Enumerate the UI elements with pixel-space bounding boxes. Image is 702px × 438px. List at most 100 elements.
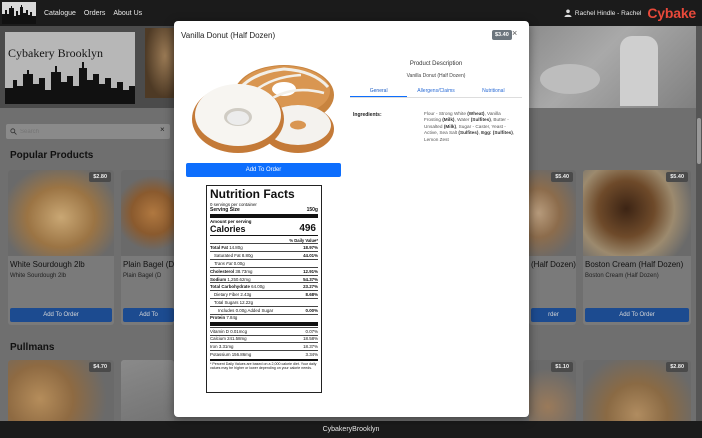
footer-text: CybakeryBrooklyn [322,426,380,433]
tab-nutritional[interactable]: Nutritional [465,85,522,97]
product-image [583,170,691,256]
nutrient-label: Dietary Fiber 2.43g [214,292,251,297]
user-name[interactable]: Rachel Hindle - Rachel [575,10,641,17]
nutrient-name: Includes [218,307,235,313]
ingredients-text: Flour - Strong White (Wheat), Vanilla Fr… [424,111,518,143]
product-card[interactable]: $2.80 White Sourdough 2lb White Sourdoug… [8,170,114,325]
page-scrollbar[interactable] [696,26,702,421]
allergen-text: (Milk) [442,117,455,123]
tab-general[interactable]: General [350,85,408,97]
add-to-order-button[interactable]: Add To Order [10,308,112,322]
product-card[interactable]: $5.40 (Half Dozen) rder [529,170,576,325]
product-title: Boston Cream (Half Dozen) [585,260,684,269]
product-title: Plain Bagel (D [123,260,174,269]
calories-value: 496 [299,222,316,234]
vitamin-row: Iron 3.31mg 18.37% [210,342,318,350]
search-bar: × [6,124,170,139]
product-title: (Half Dozen) [531,260,576,269]
nutrient-label: Cholesterol 38.73mg [210,269,252,274]
add-to-order-button[interactable]: Add To Order [585,308,689,322]
nutrient-name: Dietary Fiber [214,292,240,298]
allergen-text: (Sulfites) [458,130,479,136]
vitamin-label: Vitamin D 0.01mcg [210,329,247,334]
product-card[interactable]: $5.40 Boston Cream (Half Dozen) Boston C… [583,170,691,325]
nutrient-amount: 12.22g [239,299,254,305]
price-badge: $2.80 [89,172,111,182]
tab-allergens-claims[interactable]: Allergens/Claims [407,85,464,97]
nutrient-label: Total Fat 14.80g [210,245,243,250]
nutrient-row: Total Fat 14.80g 18.97% [210,243,318,251]
section-popular-products: Popular Products [10,150,94,161]
nutrient-row: Cholesterol 38.73mg 12.91% [210,266,318,275]
nutrient-label: Total Carbohydrate 64.00g [210,284,265,289]
product-subtitle: Boston Cream (Half Dozen) [585,273,659,279]
nutrient-daily-value: 44.01% [303,253,318,259]
price-badge: $5.40 [666,172,688,182]
nutrient-amount: 0.00g [233,260,245,266]
close-icon[interactable]: × [512,28,517,38]
nutrient-name: Cholesterol [210,268,235,274]
section-pullmans: Pullmans [10,342,55,353]
vitamin-label: Potassium 156.86mg [210,352,251,357]
nutrient-amount: 64.00g [251,284,265,290]
nutrient-daily-value: 23.27% [303,284,318,290]
nutrient-amount: 7.84g [226,315,238,321]
nutrient-label: Saturated Fat 8.80g [214,253,253,258]
vitamin-row: Vitamin D 0.01mcg 0.07% [210,326,318,335]
nutrient-amount: 14.80g [229,245,243,251]
nav-orders[interactable]: Orders [84,10,105,17]
nutrition-facts-label: Nutrition Facts 0 servings per container… [206,185,322,393]
product-card[interactable]: Plain Bagel (D Plain Bagel (D Add To [121,170,174,325]
product-image [8,170,114,256]
user-icon [564,9,572,17]
nutrient-amount: 0.00g Added Sugar [235,307,274,313]
nutrient-daily-value: 18.97% [303,245,318,251]
nav-about-us[interactable]: About Us [113,10,142,17]
vitamin-name: Iron [210,344,218,350]
scrollbar-thumb[interactable] [697,118,701,164]
footer: CybakeryBrooklyn [0,421,702,438]
bakery-logo: Cybakery Brooklyn [5,32,135,104]
nav-catalogue[interactable]: Catalogue [44,10,76,17]
nutrient-name: Total Sugars [214,299,239,305]
nutrient-name: Protein [210,315,226,321]
add-to-order-button[interactable]: Add To [123,308,174,322]
price-badge: $2.80 [666,362,688,372]
nutrient-row: Includes 0.00g Added Sugar 0.00% [210,305,318,314]
nutrient-row: Saturated Fat 8.80g 44.01% [210,251,318,259]
add-to-order-button[interactable]: rder [531,308,576,322]
skyline-logo[interactable] [2,2,36,24]
vitamin-amount: 156.86mg [231,352,252,358]
serving-size: Serving Size 150g [210,207,318,213]
nutrient-row: Protein 7.84g [210,313,318,322]
vitamin-name: Vitamin D [210,328,229,334]
product-subtitle: Plain Bagel (D [123,273,162,279]
nutrient-name: Saturated Fat [214,253,241,259]
serving-size-label: Serving Size [210,207,240,213]
donut-image [186,57,341,161]
vitamin-daily-value: 18.37% [303,344,318,350]
vitamin-amount: 241.58mg [227,336,247,342]
price-badge: $4.70 [89,362,111,372]
cybake-logo[interactable]: Cybake [647,5,696,21]
vitamin-label: Iron 3.31mg [210,344,233,349]
nutrient-daily-value: 0.00% [305,307,318,313]
nutrition-footnote: * Percent Daily Values are based on a 2,… [210,361,317,371]
clear-search-icon[interactable]: × [160,125,165,134]
hero-dough-image [528,26,702,108]
nutrient-label: Protein 7.84g [210,315,237,320]
nutrient-label: Sodium 1,250.62mg [210,277,251,282]
vitamin-daily-value: 0.07% [305,328,318,334]
vitamin-amount: 0.01mcg [230,328,248,334]
nutrient-row: Total Carbohydrate 64.00g 23.27% [210,282,318,290]
ingredients-label: Ingredients: [353,112,382,118]
nutrient-amount: 2.43g [240,292,252,298]
modal-price-badge: $3.40 [492,30,512,40]
add-to-order-button[interactable]: Add To Order [186,163,341,177]
vitamin-daily-value: 18.58% [303,336,318,342]
nutrient-daily-value: 8.68% [305,292,318,298]
vitamin-row: Potassium 156.86mg 3.34% [210,350,318,358]
product-title: White Sourdough 2lb [10,260,85,269]
search-input[interactable] [20,126,150,137]
vitamin-name: Potassium [210,352,231,358]
